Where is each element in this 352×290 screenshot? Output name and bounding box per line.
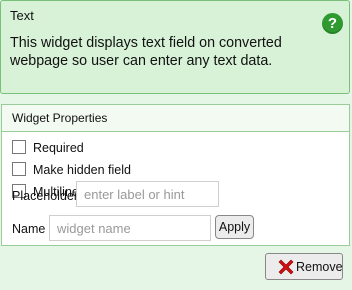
panel-title: Widget Properties [12, 111, 108, 125]
required-checkbox[interactable] [12, 140, 26, 154]
red-x-icon [278, 259, 294, 275]
widget-info-header: Text ? This widget displays text field o… [0, 0, 350, 94]
required-label: Required [33, 141, 84, 155]
placeholder-label: Placeholder [12, 189, 79, 203]
apply-button[interactable]: Apply [215, 215, 254, 239]
hidden-field-label: Make hidden field [33, 163, 131, 177]
panel-header: Widget Properties [2, 105, 349, 132]
remove-button[interactable]: Remove [265, 253, 343, 280]
widget-title: Text [10, 8, 34, 23]
widget-description: This widget displays text field on conve… [10, 35, 282, 69]
widget-properties-panel: Widget Properties Required Make hidden f… [1, 104, 350, 246]
placeholder-input[interactable] [76, 181, 219, 207]
remove-label: Remove [296, 260, 343, 274]
name-label: Name [12, 222, 46, 236]
name-input[interactable] [49, 215, 211, 241]
help-icon[interactable]: ? [322, 13, 343, 34]
hidden-field-checkbox[interactable] [12, 162, 26, 176]
